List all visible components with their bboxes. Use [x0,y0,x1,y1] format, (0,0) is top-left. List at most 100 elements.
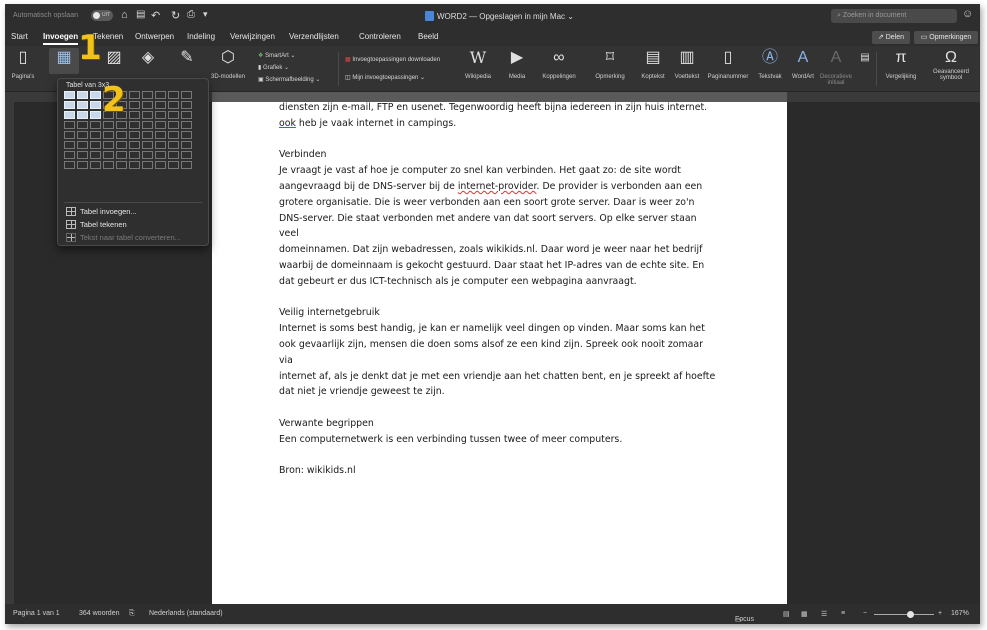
tab-verwijzingen[interactable]: Verwijzingen [230,32,275,41]
3d-models-button[interactable]: ⬡ 3D-modellen [203,48,253,80]
table-grid-cell[interactable] [142,111,153,119]
table-grid-cell[interactable] [116,161,127,169]
table-grid-cell[interactable] [64,151,75,159]
chart-button[interactable]: ▮ Grafiek ⌄ [258,64,289,71]
table-grid-cell[interactable] [77,161,88,169]
word-count[interactable]: 364 woorden [79,610,119,617]
links-button[interactable]: ∞ Koppelingen [537,48,581,80]
proofing-icon[interactable]: ⎘ [129,610,135,618]
zoom-slider[interactable] [874,614,934,615]
page-number-button[interactable]: ▯ Paginanummer [705,48,751,80]
header-button[interactable]: ▤ Koptekst [637,48,669,80]
table-button[interactable]: ▦ [49,48,79,74]
document-body[interactable]: diensten zijn e-mail, FTP en usenet. Teg… [279,102,719,479]
redo-icon[interactable]: ↻ [171,9,180,22]
table-grid-cell[interactable] [155,101,166,109]
tab-controleren[interactable]: Controleren [359,32,401,41]
table-grid-cell[interactable] [142,91,153,99]
table-grid-cell[interactable] [103,121,114,129]
table-grid-cell[interactable] [129,141,140,149]
smartart-button[interactable]: ❖ SmartArt ⌄ [258,52,295,59]
outline-view-icon[interactable]: ☰ [821,610,827,618]
table-grid-cell[interactable] [142,161,153,169]
table-grid-cell[interactable] [168,151,179,159]
table-grid-cell[interactable] [142,101,153,109]
table-grid-cell[interactable] [103,161,114,169]
table-grid-cell[interactable] [129,121,140,129]
table-grid-cell[interactable] [77,121,88,129]
equation-button[interactable]: π Vergelijking [879,48,923,80]
table-grid-cell[interactable] [64,131,75,139]
table-grid-cell[interactable] [142,121,153,129]
draw-table-item[interactable]: Tabel tekenen [66,220,127,229]
table-grid-cell[interactable] [181,141,192,149]
table-grid-cell[interactable] [77,101,88,109]
table-grid-cell[interactable] [168,101,179,109]
table-grid-cell[interactable] [181,151,192,159]
save-icon[interactable]: ▤ [136,9,145,20]
comment-button[interactable]: ⌑ Opmerking [589,48,631,80]
table-grid-cell[interactable] [129,151,140,159]
table-grid-cell[interactable] [64,141,75,149]
table-grid-cell[interactable] [103,141,114,149]
table-grid-cell[interactable] [155,141,166,149]
feedback-smiley-icon[interactable]: ☺ [962,8,973,20]
table-grid-cell[interactable] [77,91,88,99]
spelling-flag[interactable]: internet-provider [458,181,537,192]
my-addins-button[interactable]: ◫ Mijn invoegtoepassingen ⌄ [345,74,425,81]
table-grid-cell[interactable] [64,111,75,119]
table-grid-cell[interactable] [129,101,140,109]
table-grid-cell[interactable] [181,121,192,129]
table-grid-cell[interactable] [142,131,153,139]
table-grid-cell[interactable] [168,161,179,169]
table-grid-cell[interactable] [155,91,166,99]
table-grid-cell[interactable] [142,151,153,159]
table-grid-cell[interactable] [155,111,166,119]
table-grid-cell[interactable] [155,131,166,139]
table-grid-cell[interactable] [90,151,101,159]
web-layout-icon[interactable]: ▦ [801,610,808,618]
wordart-button[interactable]: A WordArt [789,48,817,80]
screenshot-button[interactable]: ▣ Schermafbeelding ⌄ [258,76,320,83]
table-grid-cell[interactable] [142,141,153,149]
table-grid-cell[interactable] [181,111,192,119]
share-button[interactable]: ⇗ Delen [872,31,910,44]
tab-beeld[interactable]: Beeld [418,32,438,41]
zoom-level[interactable]: 167% [951,610,969,617]
table-grid-cell[interactable] [168,141,179,149]
undo-icon[interactable]: ↶ [151,9,160,22]
pages-button[interactable]: ▯ Pagina's [9,48,37,80]
table-grid-cell[interactable] [64,101,75,109]
table-grid-cell[interactable] [129,91,140,99]
table-grid-cell[interactable] [77,141,88,149]
table-grid-cell[interactable] [155,151,166,159]
zoom-slider-knob[interactable] [907,611,914,618]
grammar-flag[interactable]: ook [279,118,296,129]
zoom-out-icon[interactable]: − [863,610,867,617]
pictures-button[interactable]: ▨ [101,48,127,68]
table-grid-cell[interactable] [129,131,140,139]
zoom-in-icon[interactable]: + [938,610,942,617]
print-layout-icon[interactable]: ▤ [783,610,790,618]
table-grid-cell[interactable] [116,151,127,159]
search-input[interactable]: ⌕ Zoeken in document [831,9,957,23]
table-grid-cell[interactable] [64,121,75,129]
table-grid-cell[interactable] [155,121,166,129]
table-grid-cell[interactable] [90,121,101,129]
table-grid-cell[interactable] [77,151,88,159]
table-grid-cell[interactable] [168,91,179,99]
get-addins-button[interactable]: ▦ Invoegtoepassingen downloaden [345,56,440,63]
dropcap-button[interactable]: A Decoratieve initiaal [817,48,855,86]
table-grid-cell[interactable] [181,161,192,169]
vertical-ruler[interactable] [5,102,14,604]
table-grid-cell[interactable] [129,111,140,119]
table-grid-cell[interactable] [168,111,179,119]
table-grid-cell[interactable] [103,151,114,159]
textbox-button[interactable]: Ⓐ Tekstvak [753,48,787,80]
print-icon[interactable]: ⎙ [187,9,195,20]
table-grid-cell[interactable] [116,131,127,139]
language-label[interactable]: Nederlands (standaard) [149,610,223,617]
customize-toolbar-icon[interactable]: ▾ [203,9,208,20]
icons-button[interactable]: ✎ [175,48,199,68]
shapes-button[interactable]: ◈ [135,48,161,68]
